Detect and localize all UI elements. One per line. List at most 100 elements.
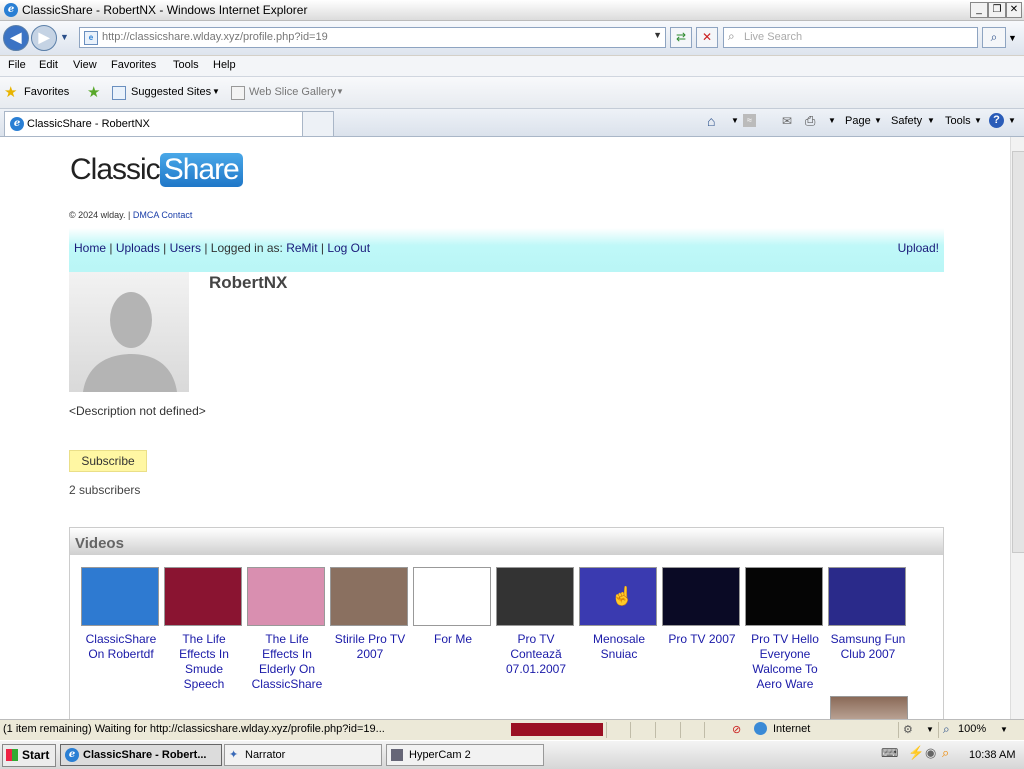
video-thumbnail[interactable]: [413, 567, 491, 626]
video-thumbnail[interactable]: [662, 567, 740, 626]
print-dropdown-icon[interactable]: ▼: [828, 116, 836, 125]
hypercam-icon: [391, 749, 403, 761]
recent-pages-dropdown-icon[interactable]: ▼: [60, 32, 69, 42]
scrollbar-thumb[interactable]: [1012, 151, 1024, 553]
video-card[interactable]: The Life Effects In Smude Speech: [164, 567, 244, 692]
back-button[interactable]: ◀: [3, 25, 29, 51]
logged-in-user-link[interactable]: ReMit: [286, 241, 317, 255]
menu-tools[interactable]: Tools: [173, 59, 199, 71]
address-bar[interactable]: e http://classicshare.wlday.xyz/profile.…: [79, 27, 666, 48]
status-divider: [630, 722, 631, 738]
protected-mode-icon[interactable]: ⚙: [903, 723, 913, 736]
menu-view[interactable]: View: [73, 59, 97, 71]
video-title-link[interactable]: Pro TV Contează 07.01.2007: [496, 632, 576, 677]
forward-button[interactable]: ▶: [31, 25, 57, 51]
nav-uploads-link[interactable]: Uploads: [116, 241, 160, 255]
keyboard-icon[interactable]: ⌨: [881, 746, 898, 760]
taskbar-item-narrator[interactable]: ✦ Narrator: [224, 744, 382, 766]
tab-classicshare[interactable]: e ClassicShare - RobertNX: [4, 111, 303, 136]
logout-link[interactable]: Log Out: [327, 241, 370, 255]
popup-blocked-icon[interactable]: ⊘: [732, 723, 741, 736]
tools-menu[interactable]: Tools: [945, 115, 971, 127]
refresh-button[interactable]: ⇄: [670, 27, 692, 48]
video-card[interactable]: Pro TV 2007: [662, 567, 742, 647]
video-title-link[interactable]: Stirile Pro TV 2007: [330, 632, 410, 662]
video-title-link[interactable]: ClassicShare On Robertdf: [81, 632, 161, 662]
video-thumbnail[interactable]: [496, 567, 574, 626]
zoom-dropdown-icon[interactable]: ▼: [1000, 725, 1008, 734]
home-dropdown-icon[interactable]: ▼: [731, 116, 739, 125]
video-card[interactable]: Menosale Snuiac: [579, 567, 659, 662]
video-card[interactable]: Pro TV Hello Everyone Walcome To Aero Wa…: [745, 567, 825, 692]
print-icon[interactable]: ⎙: [805, 113, 815, 129]
home-icon[interactable]: ⌂: [707, 113, 715, 129]
security-zone-label[interactable]: Internet: [773, 723, 810, 735]
video-card[interactable]: ClassicShare On Robertdf: [81, 567, 161, 662]
video-title-link[interactable]: The Life Effects In Smude Speech: [164, 632, 244, 692]
video-thumbnail[interactable]: [330, 567, 408, 626]
subscribe-button[interactable]: Subscribe: [69, 450, 147, 472]
video-card[interactable]: For Me: [413, 567, 493, 647]
video-thumbnail[interactable]: [745, 567, 823, 626]
web-slice-dropdown-icon[interactable]: ▼: [336, 87, 344, 96]
restore-button[interactable]: ❐: [988, 2, 1006, 18]
video-title-link[interactable]: Pro TV 2007: [662, 632, 742, 647]
favorites-button[interactable]: Favorites: [24, 86, 69, 98]
classicshare-logo[interactable]: Classic Share: [70, 153, 243, 187]
suggested-sites-dropdown-icon[interactable]: ▼: [212, 87, 220, 96]
video-card[interactable]: Pro TV Contează 07.01.2007: [496, 567, 576, 677]
video-thumbnail[interactable]: [81, 567, 159, 626]
menu-help[interactable]: Help: [213, 59, 236, 71]
window-title-bar[interactable]: e ClassicShare - RobertNX - Windows Inte…: [0, 0, 1024, 21]
menu-edit[interactable]: Edit: [39, 59, 58, 71]
start-button[interactable]: Start: [2, 744, 56, 767]
upload-link[interactable]: Upload!: [898, 241, 939, 255]
nav-users-link[interactable]: Users: [170, 241, 201, 255]
taskbar-item-hypercam[interactable]: HyperCam 2: [386, 744, 544, 766]
taskbar-item-ie[interactable]: e ClassicShare - Robert...: [60, 744, 222, 766]
video-title-link[interactable]: Samsung Fun Club 2007: [828, 632, 908, 662]
video-title-link[interactable]: The Life Effects In Elderly On ClassicSh…: [247, 632, 327, 692]
add-favorite-icon[interactable]: ★: [87, 83, 100, 101]
video-card[interactable]: The Life Effects In Elderly On ClassicSh…: [247, 567, 327, 692]
feeds-icon[interactable]: ≈: [743, 114, 756, 127]
new-tab-button[interactable]: [302, 111, 334, 136]
video-title-link[interactable]: Menosale Snuiac: [579, 632, 659, 662]
video-thumbnail[interactable]: [164, 567, 242, 626]
address-url[interactable]: http://classicshare.wlday.xyz/profile.ph…: [102, 31, 328, 43]
video-thumbnail[interactable]: [828, 567, 906, 626]
safety-menu[interactable]: Safety: [891, 115, 922, 127]
network-icon[interactable]: ⚡: [908, 745, 924, 761]
video-thumbnail-partial[interactable]: [830, 696, 908, 719]
search-box[interactable]: ⌕ Live Search: [723, 27, 978, 48]
minimize-button[interactable]: _: [970, 2, 988, 18]
suggested-sites-link[interactable]: Suggested Sites: [131, 86, 211, 98]
page-menu[interactable]: Page: [845, 115, 871, 127]
read-mail-icon[interactable]: ✉: [782, 114, 792, 128]
video-title-link[interactable]: For Me: [413, 632, 493, 647]
help-icon[interactable]: ?: [989, 113, 1004, 128]
menu-favorites[interactable]: Favorites: [111, 59, 156, 71]
volume-icon[interactable]: ◉: [925, 745, 936, 761]
copyright-text: © 2024 wlday. |: [69, 210, 131, 220]
page-scrollbar[interactable]: [1010, 137, 1024, 719]
zoom-level[interactable]: 100%: [958, 723, 986, 735]
dmca-contact-link[interactable]: DMCA Contact: [133, 210, 193, 220]
stop-button[interactable]: ✕: [696, 27, 718, 48]
video-title-link[interactable]: Pro TV Hello Everyone Walcome To Aero Wa…: [745, 632, 825, 692]
search-tray-icon[interactable]: ⌕: [942, 745, 949, 761]
search-options-icon[interactable]: ▼: [1008, 33, 1017, 43]
web-slice-gallery-link[interactable]: Web Slice Gallery: [249, 86, 336, 98]
search-button[interactable]: ⌕: [982, 27, 1006, 48]
video-thumbnail[interactable]: [247, 567, 325, 626]
address-dropdown-icon[interactable]: ▼: [653, 30, 662, 40]
video-card[interactable]: Samsung Fun Club 2007: [828, 567, 908, 662]
taskbar-clock[interactable]: 10:38 AM: [969, 749, 1015, 761]
menu-file[interactable]: File: [8, 59, 26, 71]
nav-links: Home | Uploads | Users | Logged in as: R…: [74, 241, 371, 255]
close-window-button[interactable]: ✕: [1006, 2, 1022, 18]
nav-home-link[interactable]: Home: [74, 241, 106, 255]
video-card[interactable]: Stirile Pro TV 2007: [330, 567, 410, 662]
protected-mode-dropdown-icon[interactable]: ▼: [926, 725, 934, 734]
help-dropdown-icon[interactable]: ▼: [1008, 116, 1016, 125]
